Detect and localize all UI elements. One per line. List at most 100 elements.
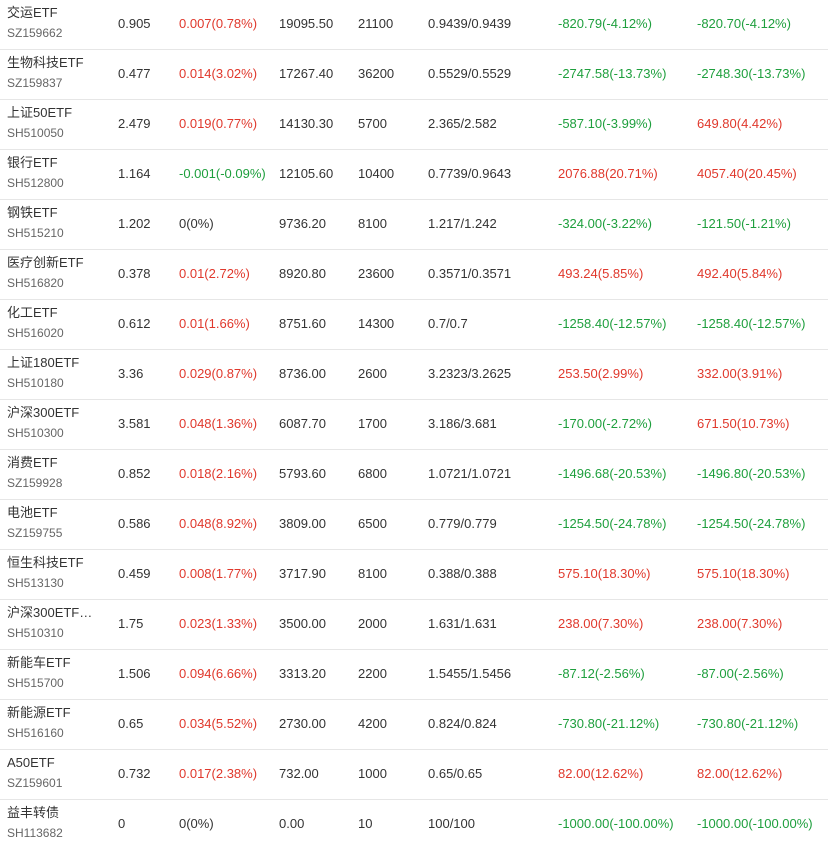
market-value-cell: 8751.60 bbox=[279, 316, 326, 331]
table-row[interactable]: 钢铁ETF SH515210 1.202 0(0%) 9736.20 8100 … bbox=[0, 200, 828, 250]
quantity-cell: 6500 bbox=[358, 516, 387, 531]
security-name[interactable]: 恒生科技ETF bbox=[7, 555, 99, 571]
table-row[interactable]: 交运ETF SZ159662 0.905 0.007(0.78%) 19095.… bbox=[0, 0, 828, 50]
table-row[interactable]: 上证180ETF SH510180 3.36 0.029(0.87%) 8736… bbox=[0, 350, 828, 400]
change-cell: 0.007(0.78%) bbox=[179, 16, 258, 31]
table-row[interactable]: 益丰转债 SH113682 0 0(0%) 0.00 10 100/100 -1… bbox=[0, 800, 828, 850]
floating-pl-cell: -170.00(-2.72%) bbox=[558, 416, 652, 431]
total-pl-cell: -730.80(-21.12%) bbox=[697, 716, 799, 731]
table-row[interactable]: 上证50ETF SH510050 2.479 0.019(0.77%) 1413… bbox=[0, 100, 828, 150]
change-cell: 0.023(1.33%) bbox=[179, 616, 258, 631]
security-name[interactable]: 银行ETF bbox=[7, 155, 99, 171]
security-name[interactable]: 上证180ETF bbox=[7, 355, 99, 371]
floating-pl-cell: 82.00(12.62%) bbox=[558, 766, 644, 781]
security-name[interactable]: 钢铁ETF bbox=[7, 205, 99, 221]
security-name[interactable]: 电池ETF bbox=[7, 505, 99, 521]
quantity-cell: 36200 bbox=[358, 66, 395, 81]
security-name[interactable]: 交运ETF bbox=[7, 5, 99, 21]
market-value-cell: 0.00 bbox=[279, 816, 305, 831]
security-code: SZ159755 bbox=[7, 526, 63, 540]
security-code: SZ159601 bbox=[7, 776, 63, 790]
table-row[interactable]: 消费ETF SZ159928 0.852 0.018(2.16%) 5793.6… bbox=[0, 450, 828, 500]
quantity-cell: 5700 bbox=[358, 116, 387, 131]
floating-pl-cell: -2747.58(-13.73%) bbox=[558, 66, 667, 81]
cost-cell: 3.2323/3.2625 bbox=[428, 366, 512, 381]
market-value-cell: 17267.40 bbox=[279, 66, 334, 81]
total-pl-cell: 4057.40(20.45%) bbox=[697, 166, 797, 181]
table-row[interactable]: 恒生科技ETF SH513130 0.459 0.008(1.77%) 3717… bbox=[0, 550, 828, 600]
total-pl-cell: 332.00(3.91%) bbox=[697, 366, 783, 381]
quantity-cell: 10 bbox=[358, 816, 373, 831]
table-row[interactable]: 医疗创新ETF SH516820 0.378 0.01(2.72%) 8920.… bbox=[0, 250, 828, 300]
market-value-cell: 6087.70 bbox=[279, 416, 326, 431]
cost-cell: 1.217/1.242 bbox=[428, 216, 497, 231]
price-cell: 0.905 bbox=[118, 16, 151, 31]
total-pl-cell: 649.80(4.42%) bbox=[697, 116, 783, 131]
price-cell: 0.378 bbox=[118, 266, 151, 281]
table-row[interactable]: 电池ETF SZ159755 0.586 0.048(8.92%) 3809.0… bbox=[0, 500, 828, 550]
security-name[interactable]: 沪深300ETF… bbox=[7, 605, 99, 621]
floating-pl-cell: 238.00(7.30%) bbox=[558, 616, 644, 631]
change-cell: -0.001(-0.09%) bbox=[179, 166, 266, 181]
security-name[interactable]: 益丰转债 bbox=[7, 805, 99, 821]
change-cell: 0.01(1.66%) bbox=[179, 316, 250, 331]
total-pl-cell: -1258.40(-12.57%) bbox=[697, 316, 806, 331]
quantity-cell: 2000 bbox=[358, 616, 387, 631]
floating-pl-cell: -324.00(-3.22%) bbox=[558, 216, 652, 231]
change-cell: 0.029(0.87%) bbox=[179, 366, 258, 381]
total-pl-cell: 82.00(12.62%) bbox=[697, 766, 783, 781]
total-pl-cell: -87.00(-2.56%) bbox=[697, 666, 784, 681]
security-name[interactable]: 生物科技ETF bbox=[7, 55, 99, 71]
price-cell: 0.852 bbox=[118, 466, 151, 481]
floating-pl-cell: -1000.00(-100.00%) bbox=[558, 816, 674, 831]
price-cell: 0.612 bbox=[118, 316, 151, 331]
cost-cell: 0.65/0.65 bbox=[428, 766, 483, 781]
table-row[interactable]: 化工ETF SH516020 0.612 0.01(1.66%) 8751.60… bbox=[0, 300, 828, 350]
security-code: SH510050 bbox=[7, 126, 64, 140]
table-row[interactable]: 生物科技ETF SZ159837 0.477 0.014(3.02%) 1726… bbox=[0, 50, 828, 100]
change-cell: 0.048(1.36%) bbox=[179, 416, 258, 431]
total-pl-cell: 671.50(10.73%) bbox=[697, 416, 790, 431]
market-value-cell: 3717.90 bbox=[279, 566, 326, 581]
price-cell: 0.65 bbox=[118, 716, 144, 731]
security-name[interactable]: 化工ETF bbox=[7, 305, 99, 321]
table-row[interactable]: 沪深300ETF SH510300 3.581 0.048(1.36%) 608… bbox=[0, 400, 828, 450]
table-row[interactable]: A50ETF SZ159601 0.732 0.017(2.38%) 732.0… bbox=[0, 750, 828, 800]
cost-cell: 0.7739/0.9643 bbox=[428, 166, 512, 181]
security-name[interactable]: 新能源ETF bbox=[7, 705, 99, 721]
price-cell: 1.164 bbox=[118, 166, 151, 181]
change-cell: 0.019(0.77%) bbox=[179, 116, 258, 131]
security-code: SH515700 bbox=[7, 676, 64, 690]
floating-pl-cell: -1254.50(-24.78%) bbox=[558, 516, 667, 531]
table-row[interactable]: 新能车ETF SH515700 1.506 0.094(6.66%) 3313.… bbox=[0, 650, 828, 700]
table-row[interactable]: 新能源ETF SH516160 0.65 0.034(5.52%) 2730.0… bbox=[0, 700, 828, 750]
security-code: SH516160 bbox=[7, 726, 64, 740]
cost-cell: 0.9439/0.9439 bbox=[428, 16, 512, 31]
price-cell: 1.75 bbox=[118, 616, 144, 631]
security-code: SH510310 bbox=[7, 626, 64, 640]
total-pl-cell: 575.10(18.30%) bbox=[697, 566, 790, 581]
security-code: SH515210 bbox=[7, 226, 64, 240]
cost-cell: 0.7/0.7 bbox=[428, 316, 468, 331]
price-cell: 1.506 bbox=[118, 666, 151, 681]
security-name[interactable]: 新能车ETF bbox=[7, 655, 99, 671]
security-code: SZ159928 bbox=[7, 476, 63, 490]
security-name[interactable]: 上证50ETF bbox=[7, 105, 99, 121]
quantity-cell: 21100 bbox=[358, 16, 394, 31]
quantity-cell: 4200 bbox=[358, 716, 387, 731]
quantity-cell: 10400 bbox=[358, 166, 395, 181]
total-pl-cell: -2748.30(-13.73%) bbox=[697, 66, 806, 81]
market-value-cell: 8920.80 bbox=[279, 266, 326, 281]
security-code: SH516020 bbox=[7, 326, 64, 340]
security-name[interactable]: A50ETF bbox=[7, 755, 99, 771]
table-row[interactable]: 银行ETF SH512800 1.164 -0.001(-0.09%) 1210… bbox=[0, 150, 828, 200]
quantity-cell: 1000 bbox=[358, 766, 387, 781]
cost-cell: 0.5529/0.5529 bbox=[428, 66, 512, 81]
quantity-cell: 8100 bbox=[358, 566, 387, 581]
security-name[interactable]: 消费ETF bbox=[7, 455, 99, 471]
security-name[interactable]: 医疗创新ETF bbox=[7, 255, 99, 271]
security-code: SH113682 bbox=[7, 826, 63, 840]
security-name[interactable]: 沪深300ETF bbox=[7, 405, 99, 421]
table-row[interactable]: 沪深300ETF… SH510310 1.75 0.023(1.33%) 350… bbox=[0, 600, 828, 650]
quantity-cell: 6800 bbox=[358, 466, 387, 481]
